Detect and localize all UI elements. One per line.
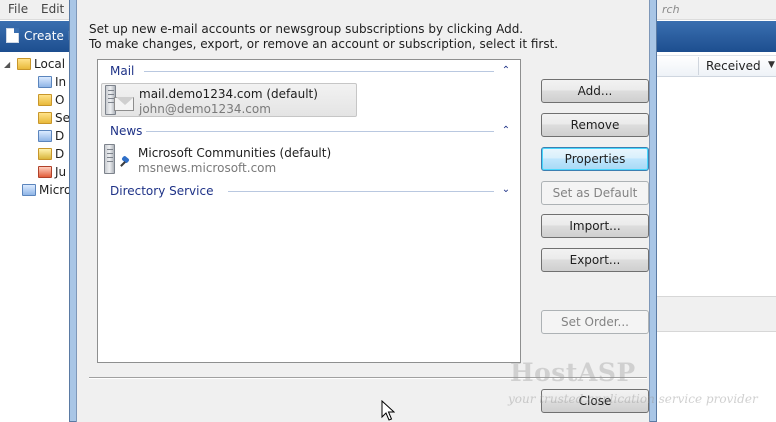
- remove-button[interactable]: Remove: [541, 113, 649, 137]
- account-title: mail.demo1234.com (default): [139, 87, 318, 101]
- outbox-icon: [38, 94, 52, 106]
- column-separator[interactable]: [698, 57, 699, 75]
- drafts-icon: [38, 148, 52, 160]
- accounts-list[interactable]: Mail ⌃ mail.demo1234.com (default) john@…: [97, 59, 521, 363]
- account-subtitle: john@demo1234.com: [139, 102, 271, 116]
- account-subtitle: msnews.microsoft.com: [138, 161, 277, 175]
- account-news[interactable]: Microsoft Communities (default) msnews.m…: [101, 143, 357, 177]
- tree-item-drafts[interactable]: D: [38, 147, 64, 161]
- tree-label: Ju: [55, 165, 67, 179]
- tree-label: Local: [34, 57, 66, 71]
- sort-dropdown-icon[interactable]: ▼: [768, 60, 775, 70]
- properties-button[interactable]: Properties: [541, 147, 649, 171]
- tree-label: D: [55, 147, 65, 161]
- watermark-logo: HostASP: [510, 358, 636, 387]
- inbox-icon: [38, 76, 52, 88]
- create-mail-button[interactable]: Create M: [6, 28, 78, 43]
- new-mail-icon: [6, 28, 19, 43]
- tree-item-deleted[interactable]: D: [38, 129, 64, 143]
- sent-icon: [38, 112, 52, 124]
- news-account-icon: [103, 144, 135, 176]
- tree-label: In: [55, 75, 67, 89]
- tree-item-inbox[interactable]: In: [38, 75, 66, 89]
- tree-label: O: [55, 93, 65, 107]
- watermark-tagline: your trusted application service provide…: [508, 392, 758, 406]
- instruction-line-1: Set up new e-mail accounts or newsgroup …: [89, 22, 524, 36]
- folder-icon: [17, 58, 31, 70]
- tree-label: Micro: [39, 183, 72, 197]
- set-as-default-button: Set as Default: [541, 181, 649, 205]
- mail-account-icon: [104, 85, 136, 117]
- account-mail[interactable]: mail.demo1234.com (default) john@demo123…: [101, 83, 357, 117]
- set-order-button: Set Order...: [541, 310, 649, 334]
- tree-label: Se: [55, 111, 70, 125]
- tree-label: D: [55, 129, 65, 143]
- mouse-cursor-icon: [381, 400, 395, 421]
- add-button[interactable]: Add...: [541, 79, 649, 103]
- export-button[interactable]: Export...: [541, 248, 649, 272]
- group-divider: [146, 131, 494, 132]
- column-received[interactable]: Received: [706, 59, 761, 73]
- folder-tree: ◢ Local In O Se D D Ju Micro: [0, 52, 76, 312]
- tree-item-sent[interactable]: Se: [38, 111, 70, 125]
- expand-arrow-icon[interactable]: ◢: [4, 60, 14, 69]
- expand-chevron-icon[interactable]: ⌄: [501, 184, 511, 195]
- import-button[interactable]: Import...: [541, 214, 649, 238]
- server-icon: [22, 184, 36, 196]
- group-header-news[interactable]: News: [110, 124, 142, 138]
- search-hint[interactable]: rch: [656, 0, 776, 20]
- junk-icon: [38, 166, 52, 178]
- deleted-icon: [38, 130, 52, 142]
- account-title: Microsoft Communities (default): [138, 146, 332, 160]
- menu-file[interactable]: File: [8, 2, 28, 16]
- group-divider: [144, 71, 494, 72]
- instruction-text: Set up new e-mail accounts or newsgroup …: [89, 22, 558, 52]
- tree-item-junk[interactable]: Ju: [38, 165, 66, 179]
- collapse-chevron-icon[interactable]: ⌃: [501, 125, 511, 136]
- collapse-chevron-icon[interactable]: ⌃: [501, 65, 511, 76]
- instruction-line-2: To make changes, export, or remove an ac…: [89, 37, 559, 51]
- tree-item-outbox[interactable]: O: [38, 93, 64, 107]
- group-header-mail[interactable]: Mail: [110, 64, 134, 78]
- group-divider: [228, 191, 494, 192]
- menu-edit[interactable]: Edit: [41, 2, 64, 16]
- tree-item-microsoft[interactable]: Micro: [22, 183, 71, 197]
- group-header-directory[interactable]: Directory Service: [110, 184, 213, 198]
- tree-item-local[interactable]: ◢ Local: [4, 57, 65, 71]
- preview-pane: [656, 296, 776, 332]
